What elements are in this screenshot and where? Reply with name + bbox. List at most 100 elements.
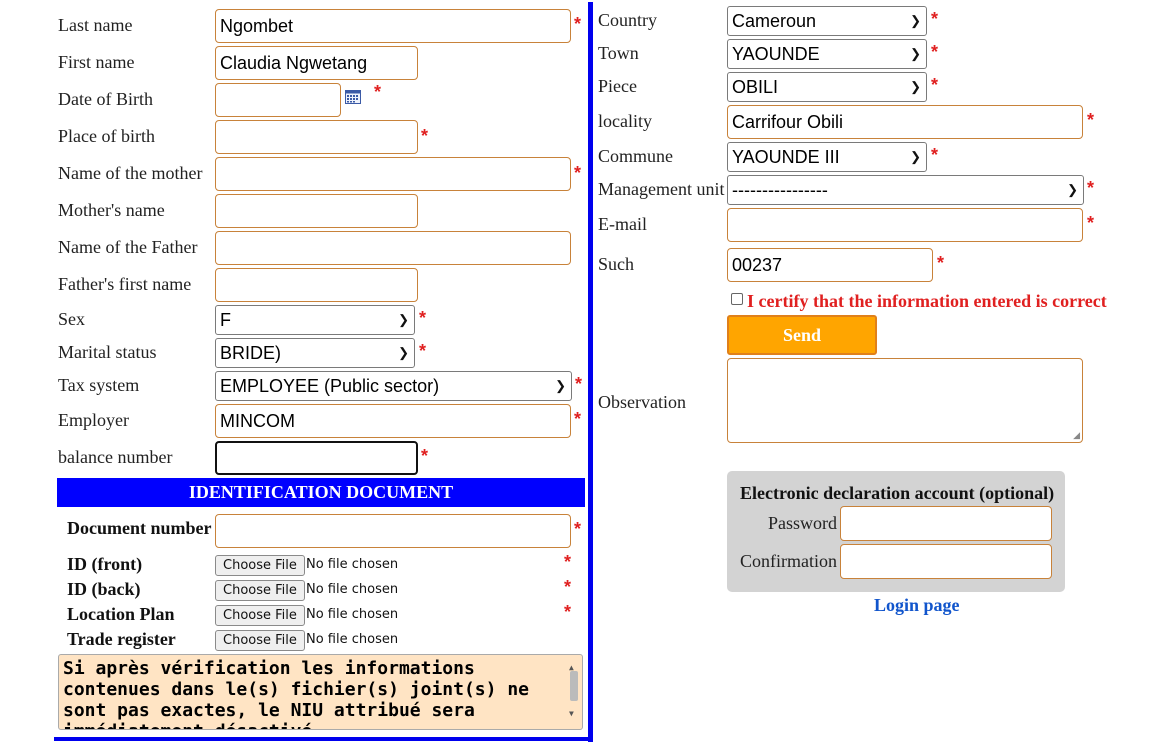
commune-select[interactable]: YAOUNDE III ❯ — [727, 142, 927, 172]
last-name-input[interactable]: Ngombet — [215, 9, 571, 43]
confirmation-label: Confirmation — [740, 551, 837, 571]
balance-number-label: balance number — [58, 447, 173, 467]
email-input[interactable] — [727, 208, 1083, 242]
father-first-name-label: Father's first name — [58, 274, 192, 294]
sex-select-value: F — [220, 310, 231, 330]
chevron-down-icon: ❯ — [398, 312, 409, 327]
dob-label: Date of Birth — [58, 89, 153, 109]
observation-label: Observation — [598, 392, 686, 412]
login-page-link[interactable]: Login page — [874, 595, 960, 616]
mother-name-input[interactable] — [215, 157, 571, 191]
marital-status-select-value: BRIDE) — [220, 343, 282, 363]
piece-label: Piece — [598, 76, 637, 96]
sex-label: Sex — [58, 309, 85, 329]
id-front-label: ID (front) — [67, 554, 143, 574]
required-mark: * — [421, 126, 429, 146]
town-select[interactable]: YAOUNDE ❯ — [727, 39, 927, 69]
calendar-icon[interactable] — [345, 89, 361, 104]
marital-status-label: Marital status — [58, 342, 157, 362]
required-mark: * — [575, 374, 583, 394]
place-of-birth-input[interactable] — [215, 120, 418, 154]
required-mark: * — [931, 42, 939, 62]
father-name-input[interactable] — [215, 231, 571, 265]
father-first-name-input[interactable] — [215, 268, 418, 302]
required-mark: * — [564, 552, 572, 572]
required-mark: * — [931, 75, 939, 95]
trade-register-choose-file-button[interactable]: Choose File — [215, 630, 305, 651]
required-mark: * — [937, 253, 945, 273]
such-label: Such — [598, 254, 634, 274]
trade-register-file-status: No file chosen — [306, 632, 399, 647]
notice-scrollbar[interactable]: ▲ ▼ — [568, 657, 580, 727]
piece-select-value: OBILI — [732, 77, 779, 97]
id-back-choose-file-button[interactable]: Choose File — [215, 580, 305, 601]
required-mark: * — [1087, 178, 1095, 198]
balance-number-input[interactable] — [215, 441, 418, 475]
management-unit-select[interactable]: ---------------- ❯ — [727, 175, 1084, 205]
locality-label: locality — [598, 111, 652, 131]
chevron-down-icon: ❯ — [910, 46, 921, 61]
required-mark: * — [574, 409, 582, 429]
send-button[interactable]: Send — [727, 315, 877, 355]
commune-select-value: YAOUNDE III — [732, 147, 840, 167]
required-mark: * — [931, 9, 939, 29]
location-plan-label: Location Plan — [67, 604, 175, 624]
trade-register-label: Trade register — [67, 629, 176, 649]
tax-system-select-value: EMPLOYEE (Public sector) — [220, 376, 440, 396]
required-mark: * — [564, 577, 572, 597]
chevron-down-icon: ❯ — [555, 378, 566, 393]
chevron-down-icon: ❯ — [398, 345, 409, 360]
employer-input[interactable]: MINCOM — [215, 404, 571, 438]
sex-select[interactable]: F ❯ — [215, 305, 415, 335]
required-mark: * — [931, 145, 939, 165]
mother-first-name-input[interactable] — [215, 194, 418, 228]
required-mark: * — [421, 446, 429, 466]
first-name-input[interactable]: Claudia Ngwetang — [215, 46, 418, 80]
tax-system-select[interactable]: EMPLOYEE (Public sector) ❯ — [215, 371, 572, 401]
required-mark: * — [574, 519, 582, 539]
required-mark: * — [419, 341, 427, 361]
password-input[interactable] — [840, 506, 1052, 541]
management-unit-select-value: ---------------- — [732, 180, 828, 200]
required-mark: * — [1087, 213, 1095, 233]
piece-select[interactable]: OBILI ❯ — [727, 72, 927, 102]
chevron-down-icon: ❯ — [910, 79, 921, 94]
account-panel-title: Electronic declaration account (optional… — [740, 483, 1055, 503]
required-mark: * — [574, 163, 582, 183]
town-select-value: YAOUNDE — [732, 44, 820, 64]
mother-name-label: Name of the mother — [58, 163, 203, 183]
first-name-label: First name — [58, 52, 135, 72]
certify-checkbox[interactable] — [731, 293, 743, 305]
place-of-birth-label: Place of birth — [58, 126, 155, 146]
locality-input[interactable]: Carrifour Obili — [727, 105, 1083, 139]
observation-textarea[interactable]: ◢ — [727, 358, 1083, 443]
dob-input[interactable] — [215, 83, 341, 117]
document-number-input[interactable] — [215, 514, 571, 548]
column-divider — [588, 2, 593, 742]
id-front-choose-file-button[interactable]: Choose File — [215, 555, 305, 576]
employer-label: Employer — [58, 410, 129, 430]
certify-label: I certify that the information entered i… — [747, 291, 1107, 311]
father-name-label: Name of the Father — [58, 237, 198, 257]
required-mark: * — [419, 308, 427, 328]
country-label: Country — [598, 10, 658, 30]
document-number-label: Document number — [67, 518, 212, 538]
location-plan-file-status: No file chosen — [306, 607, 399, 622]
resize-grip-icon[interactable]: ◢ — [1073, 430, 1080, 441]
confirmation-input[interactable] — [840, 544, 1052, 579]
bottom-divider — [54, 737, 593, 741]
chevron-down-icon: ❯ — [910, 149, 921, 164]
verification-notice-text: Si après vérification les informations c… — [63, 658, 529, 729]
commune-label: Commune — [598, 146, 673, 166]
scroll-down-icon[interactable]: ▼ — [569, 703, 574, 724]
such-input[interactable]: 00237 — [727, 248, 933, 282]
scroll-thumb[interactable] — [570, 671, 578, 701]
tax-system-label: Tax system — [58, 375, 140, 395]
required-mark: * — [574, 14, 582, 34]
required-mark: * — [374, 82, 382, 102]
country-select[interactable]: Cameroun ❯ — [727, 6, 927, 36]
verification-notice-textarea[interactable]: Si après vérification les informations c… — [58, 654, 583, 730]
marital-status-select[interactable]: BRIDE) ❯ — [215, 338, 415, 368]
password-label: Password — [768, 513, 838, 533]
location-plan-choose-file-button[interactable]: Choose File — [215, 605, 305, 626]
